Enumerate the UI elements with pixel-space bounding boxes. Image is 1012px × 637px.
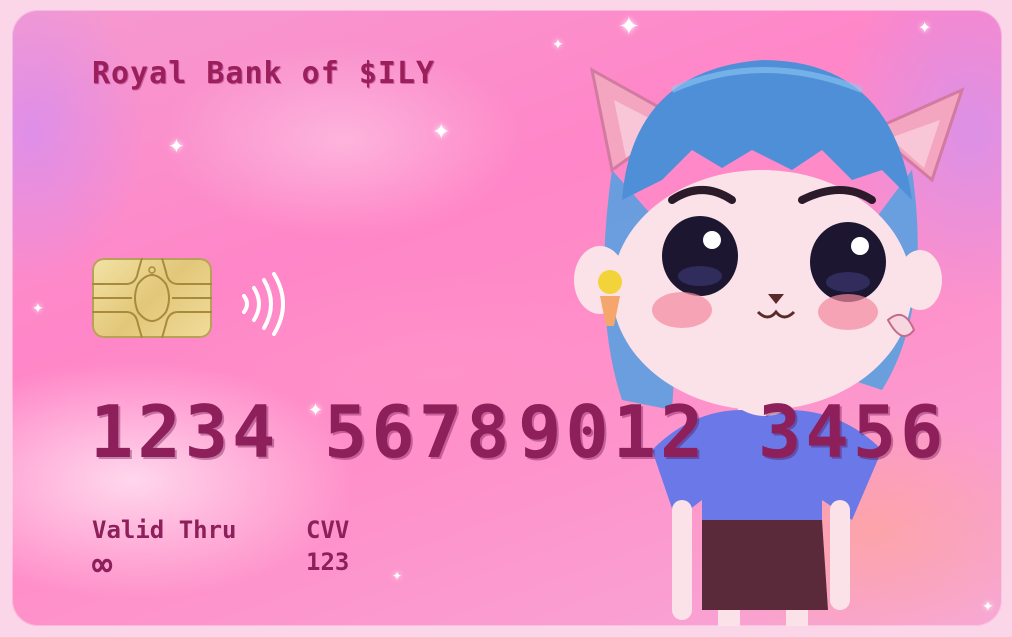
- credit-card: ✦ ✦ ✦ ✦ ✦ ✦ ✦ ✦ ✦ Royal Bank of $ILY 123…: [12, 10, 1002, 626]
- cvv-value: 123: [306, 548, 350, 576]
- sparkle-icon: ✦: [432, 120, 451, 145]
- contactless-icon: [236, 272, 286, 336]
- valid-thru-label: Valid Thru: [92, 516, 237, 544]
- card-number-group-3: 9012: [518, 390, 708, 474]
- page: ✦ ✦ ✦ ✦ ✦ ✦ ✦ ✦ ✦ Royal Bank of $ILY 123…: [0, 0, 1012, 637]
- card-number-group-1: 1234: [90, 390, 280, 474]
- emv-chip-icon: [92, 258, 212, 338]
- card-number-group-2: 5678: [324, 390, 514, 474]
- sparkle-icon: ✦: [918, 18, 932, 37]
- sparkle-icon: ✦: [168, 134, 185, 158]
- sparkle-icon: ✦: [618, 12, 640, 42]
- card-number-group-4: 3456: [758, 390, 948, 474]
- sparkle-icon: ✦: [982, 599, 994, 615]
- valid-thru-value: ∞: [92, 545, 113, 585]
- sparkle-icon: ✦: [308, 400, 324, 421]
- sparkle-icon: ✦: [32, 301, 44, 317]
- bank-name: Royal Bank of $ILY: [92, 56, 436, 91]
- cat-girl-illustration: [552, 50, 982, 626]
- sparkle-icon: ✦: [392, 569, 403, 583]
- cvv-label: CVV: [306, 516, 350, 544]
